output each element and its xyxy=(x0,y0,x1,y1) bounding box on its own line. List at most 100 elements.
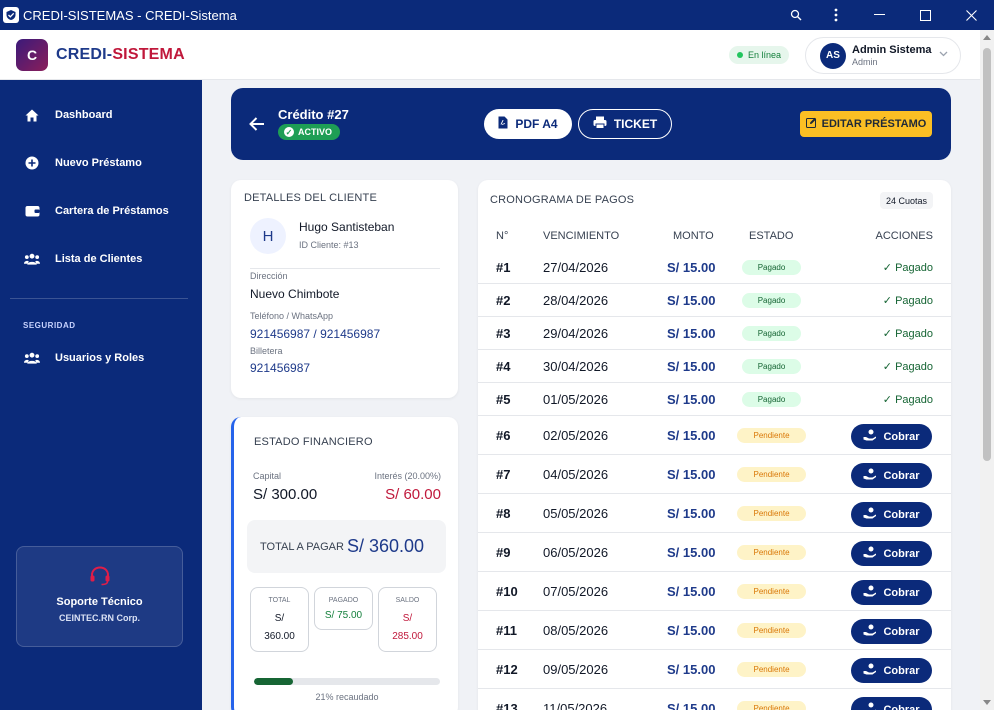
table-row: #9 06/05/2026 S/ 15.00 Pendiente Cobrar xyxy=(478,533,951,572)
sidebar-item-clientes[interactable]: Lista de Clientes xyxy=(0,243,202,275)
support-subtitle: CEINTEC.RN Corp. xyxy=(59,613,140,623)
sidebar-item-dashboard[interactable]: Dashboard xyxy=(0,99,202,131)
status-badge: Pagado xyxy=(742,359,801,374)
due-date: 02/05/2026 xyxy=(543,428,609,443)
telefono-label: Teléfono / WhatsApp xyxy=(250,311,334,321)
cobrar-label: Cobrar xyxy=(883,625,920,638)
cobrar-button[interactable]: Cobrar xyxy=(851,502,932,527)
status-badge: ✓ ACTIVO xyxy=(278,124,341,140)
status-badge: Pendiente xyxy=(737,584,806,599)
status-badge: Pendiente xyxy=(737,506,806,521)
ticket-label: TICKET xyxy=(613,117,658,131)
sidebar-item-label: Cartera de Préstamos xyxy=(55,205,169,217)
finance-section-title: ESTADO FINANCIERO xyxy=(254,436,373,448)
brand-logo[interactable]: C xyxy=(16,38,48,71)
telefono-value[interactable]: 921456987 / 921456987 xyxy=(250,327,380,341)
scroll-up-icon[interactable] xyxy=(983,35,991,40)
plus-circle-icon xyxy=(24,155,40,171)
window-titlebar: CREDI-SISTEMAS - CREDI-Sistema xyxy=(0,0,994,30)
sidebar-item-cartera[interactable]: Cartera de Préstamos xyxy=(0,195,202,227)
hand-coin-icon xyxy=(863,429,877,444)
paid-indicator-label: Pagado xyxy=(895,361,933,373)
check-icon: ✓ xyxy=(882,394,892,406)
brand-name-part2: SISTEMA xyxy=(112,45,185,63)
cobrar-button[interactable]: Cobrar xyxy=(851,580,932,605)
mini-saldo-currency: S/ xyxy=(402,613,413,624)
paid-indicator-label: Pagado xyxy=(895,262,933,274)
hand-coin-icon xyxy=(863,546,877,561)
due-date: 11/05/2026 xyxy=(543,701,608,710)
status-badge: Pendiente xyxy=(737,623,806,638)
pdf-a4-button[interactable]: PDF A4 xyxy=(484,109,572,139)
paid-indicator-label: Pagado xyxy=(895,295,933,307)
users-cog-icon xyxy=(24,350,40,366)
back-arrow-icon[interactable] xyxy=(249,115,265,136)
cobrar-button[interactable]: Cobrar xyxy=(851,541,932,566)
cobrar-button[interactable]: Cobrar xyxy=(851,619,932,644)
installment-amount: S/ 15.00 xyxy=(667,428,716,443)
installment-number: #7 xyxy=(496,467,511,482)
sidebar-item-usuarios-roles[interactable]: Usuarios y Roles xyxy=(0,342,202,374)
cobrar-button[interactable]: Cobrar xyxy=(851,424,932,449)
edit-loan-label: EDITAR PRÉSTAMO xyxy=(821,118,927,130)
hand-coin-icon xyxy=(863,507,877,522)
zoom-icon[interactable] xyxy=(776,0,816,30)
mini-saldo-label: SALDO xyxy=(395,597,420,604)
table-row: #4 30/04/2026 S/ 15.00 Pagado ✓ Pagado xyxy=(478,350,951,383)
users-icon xyxy=(24,251,40,267)
credit-header-banner: Crédito #27 ✓ ACTIVO PDF A4 TICKET EDITA… xyxy=(231,88,951,160)
installment-amount: S/ 15.00 xyxy=(667,293,716,308)
scroll-down-icon[interactable] xyxy=(983,700,991,705)
paid-indicator: ✓ Pagado xyxy=(883,327,933,340)
close-icon[interactable] xyxy=(948,0,994,30)
mini-total-box: TOTAL S/ 360.00 xyxy=(250,587,309,652)
installment-number: #2 xyxy=(496,293,511,308)
table-row: #6 02/05/2026 S/ 15.00 Pendiente Cobrar xyxy=(478,416,951,455)
total-to-pay-value: S/ 360.00 xyxy=(347,536,425,556)
edit-loan-button[interactable]: EDITAR PRÉSTAMO xyxy=(800,111,932,137)
cobrar-label: Cobrar xyxy=(883,664,920,677)
kebab-menu-icon[interactable] xyxy=(816,0,856,30)
due-date: 07/05/2026 xyxy=(543,584,609,599)
sidebar-item-nuevo-prestamo[interactable]: Nuevo Préstamo xyxy=(0,147,202,179)
hand-coin-icon xyxy=(863,663,877,678)
support-card[interactable]: Soporte Técnico CEINTEC.RN Corp. xyxy=(16,546,183,647)
installment-number: #4 xyxy=(496,359,511,374)
user-menu[interactable]: AS Admin Sistema Admin xyxy=(805,37,961,74)
avatar: AS xyxy=(820,42,846,69)
ticket-button[interactable]: TICKET xyxy=(578,109,672,139)
mini-saldo-value: 285.00 xyxy=(392,631,423,642)
installment-amount: S/ 15.00 xyxy=(667,326,716,341)
client-section-title: DETALLES DEL CLIENTE xyxy=(244,192,377,204)
mini-pagado-box: PAGADO S/ 75.00 xyxy=(314,587,373,630)
minimize-icon[interactable] xyxy=(856,0,902,30)
status-badge: Pendiente xyxy=(737,701,806,710)
installment-number: #1 xyxy=(496,260,511,275)
due-date: 01/05/2026 xyxy=(543,392,609,407)
client-details-card: DETALLES DEL CLIENTE H Hugo Santisteban … xyxy=(231,180,458,398)
table-row: #3 29/04/2026 S/ 15.00 Pagado ✓ Pagado xyxy=(478,317,951,350)
online-dot-icon xyxy=(737,52,743,58)
installment-amount: S/ 15.00 xyxy=(667,392,716,407)
status-badge: Pagado xyxy=(742,260,801,275)
installment-amount: S/ 15.00 xyxy=(667,260,716,275)
cobrar-label: Cobrar xyxy=(883,469,920,482)
scrollbar-thumb[interactable] xyxy=(983,48,991,461)
sidebar-item-label: Nuevo Préstamo xyxy=(55,157,142,169)
cobrar-button[interactable]: Cobrar xyxy=(851,463,932,488)
check-icon: ✓ xyxy=(882,262,892,274)
sidebar-item-label: Usuarios y Roles xyxy=(55,352,145,364)
check-icon: ✓ xyxy=(882,328,892,340)
cobrar-button[interactable]: Cobrar xyxy=(851,658,932,683)
status-badge: Pendiente xyxy=(737,428,806,443)
sidebar-divider xyxy=(10,298,188,299)
table-row: #11 08/05/2026 S/ 15.00 Pendiente Cobrar xyxy=(478,611,951,650)
page-scrollbar[interactable] xyxy=(980,30,994,710)
printer-icon xyxy=(593,116,607,132)
interes-value: S/ 60.00 xyxy=(385,486,441,503)
maximize-icon[interactable] xyxy=(902,0,948,30)
due-date: 28/04/2026 xyxy=(543,293,609,308)
cobrar-button[interactable]: Cobrar xyxy=(851,697,932,710)
installment-number: #6 xyxy=(496,428,511,443)
sidebar-item-label: Lista de Clientes xyxy=(55,253,143,265)
